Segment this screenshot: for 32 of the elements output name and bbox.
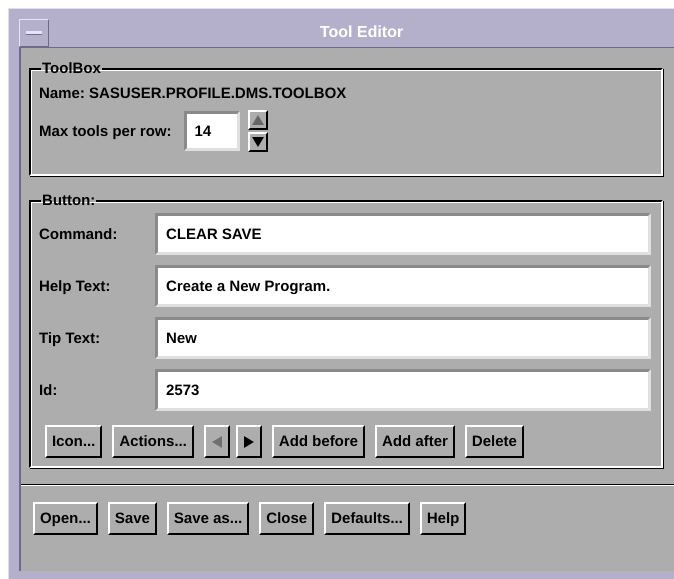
group-title: ToolBox [41,60,102,77]
push-button[interactable]: Close [259,502,314,535]
field-label: Max tools per row: [39,122,172,140]
next-button[interactable] [236,425,262,458]
window-title: Tool Editor [318,23,404,43]
toolbox-name: Name: SASUSER.PROFILE.DMS.TOOLBOX [39,85,348,102]
push-button[interactable]: Add before [272,425,366,458]
input-field[interactable]: 14 [184,111,240,151]
input-field[interactable]: Create a New Program. [155,265,651,307]
push-button[interactable]: Actions... [112,425,194,458]
push-button[interactable]: Save as... [166,502,250,535]
push-button[interactable]: Help [420,502,466,535]
group-title: Button: [41,192,96,209]
right-triangle-icon [242,434,255,448]
spin-down-button[interactable] [248,132,268,152]
push-button[interactable]: Save [108,502,157,535]
field-label: Command: [39,226,118,242]
input-field[interactable]: 2573 [155,369,651,411]
up-arrow-icon [250,114,265,126]
push-button[interactable]: Defaults... [324,502,410,535]
input-field[interactable]: New [155,317,651,359]
push-button[interactable]: Open... [33,502,98,535]
left-triangle-icon [210,434,223,448]
down-arrow-icon [250,136,265,148]
field-label: Tip Text: [39,330,102,346]
field-label: Id: [39,382,58,398]
push-button[interactable]: Icon... [45,425,102,458]
window-menu-button[interactable] [19,19,49,47]
input-field[interactable]: CLEAR SAVE [155,213,651,255]
field-label: Help Text: [39,278,112,294]
push-button[interactable]: Add after [375,425,455,458]
push-button[interactable]: Delete [464,425,524,458]
